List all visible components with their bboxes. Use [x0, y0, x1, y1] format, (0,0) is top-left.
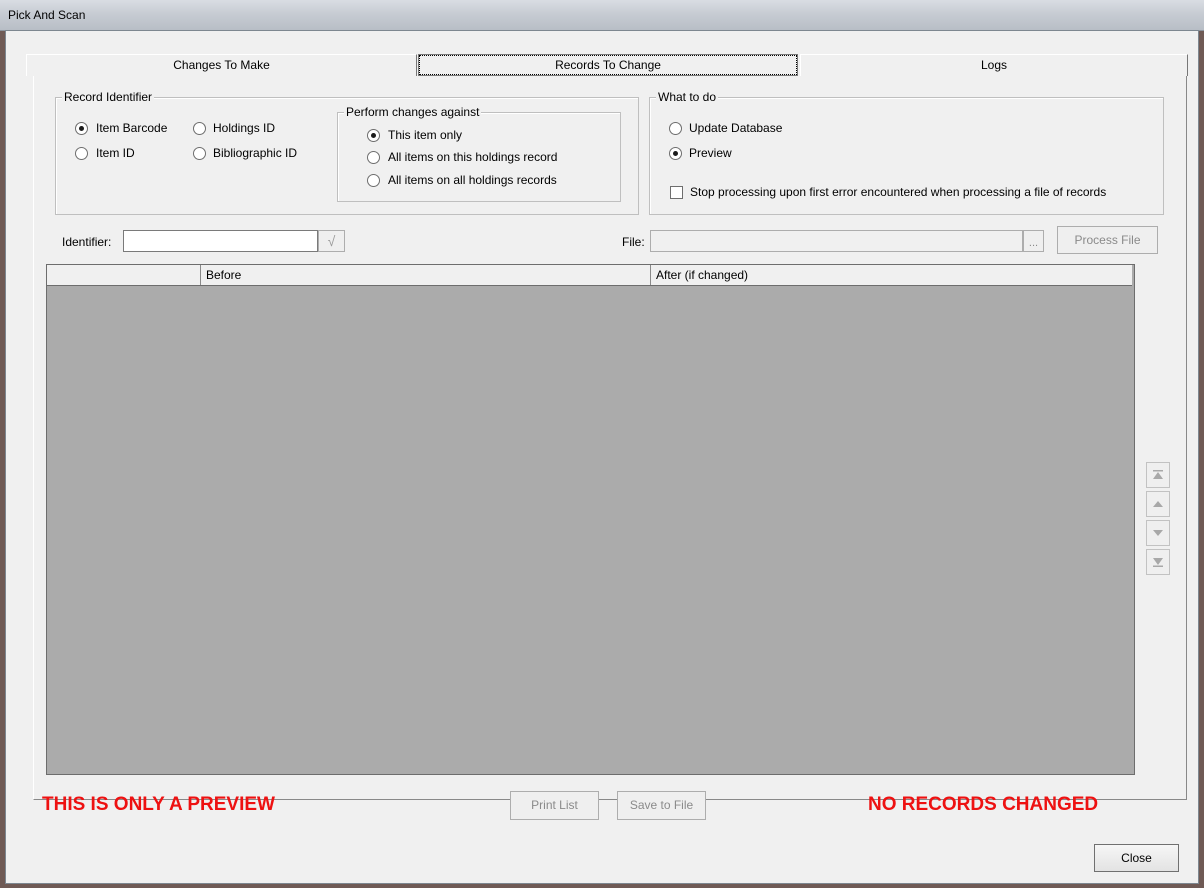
item-id-radio[interactable] — [75, 147, 88, 160]
what-to-do-legend: What to do — [656, 90, 719, 104]
title-bar[interactable]: Pick And Scan — [0, 0, 1204, 31]
tab-label: Logs — [980, 58, 1008, 72]
print-list-button[interactable]: Print List — [510, 791, 599, 820]
item-id-label[interactable]: Item ID — [96, 146, 135, 160]
column-separator[interactable] — [650, 265, 651, 285]
window-title: Pick And Scan — [8, 8, 86, 22]
move-up-button[interactable] — [1146, 491, 1170, 517]
file-label: File: — [622, 235, 645, 249]
process-file-label: Process File — [1074, 233, 1141, 247]
all-items-all-holdings-label[interactable]: All items on all holdings records — [388, 173, 557, 187]
check-icon: √ — [327, 233, 336, 249]
save-to-file-button[interactable]: Save to File — [617, 791, 706, 820]
stop-on-error-label[interactable]: Stop processing upon first error encount… — [690, 185, 1106, 199]
process-file-button[interactable]: Process File — [1057, 226, 1158, 254]
holdings-id-label[interactable]: Holdings ID — [213, 121, 275, 135]
close-button[interactable]: Close — [1094, 844, 1179, 872]
move-first-icon — [1153, 470, 1163, 480]
tab-bar: Changes To Make Records To Change Logs — [26, 54, 1188, 76]
column-separator[interactable] — [200, 265, 201, 285]
save-to-file-label: Save to File — [629, 798, 694, 812]
ellipsis-icon: ... — [1028, 237, 1039, 249]
all-items-all-holdings-radio[interactable] — [367, 174, 380, 187]
grid-column-header-after[interactable]: After (if changed) — [656, 268, 748, 282]
preview-label[interactable]: Preview — [689, 146, 732, 160]
perform-changes-legend: Perform changes against — [344, 105, 482, 119]
preview-radio[interactable] — [669, 147, 682, 160]
all-items-holdings-radio[interactable] — [367, 151, 380, 164]
identifier-go-button[interactable]: √ — [318, 230, 345, 252]
tab-changes-to-make[interactable]: Changes To Make — [26, 54, 417, 76]
this-item-only-label[interactable]: This item only — [388, 128, 462, 142]
results-grid-header: Before After (if changed) — [47, 265, 1132, 286]
bibliographic-id-radio[interactable] — [193, 147, 206, 160]
tab-logs[interactable]: Logs — [800, 54, 1188, 76]
bibliographic-id-label[interactable]: Bibliographic ID — [213, 146, 297, 160]
item-barcode-label[interactable]: Item Barcode — [96, 121, 167, 135]
results-grid[interactable] — [46, 264, 1135, 775]
update-database-label[interactable]: Update Database — [689, 121, 782, 135]
this-item-only-radio[interactable] — [367, 129, 380, 142]
close-label: Close — [1121, 851, 1152, 865]
tab-records-to-change[interactable]: Records To Change — [418, 54, 798, 76]
tab-label: Changes To Make — [173, 58, 270, 72]
file-input[interactable] — [650, 230, 1023, 252]
holdings-id-radio[interactable] — [193, 122, 206, 135]
move-first-button[interactable] — [1146, 462, 1170, 488]
move-down-icon — [1153, 530, 1163, 537]
record-identifier-legend: Record Identifier — [62, 90, 155, 104]
preview-warning-text: THIS IS ONLY A PREVIEW — [42, 794, 275, 815]
move-last-button[interactable] — [1146, 549, 1170, 575]
move-up-icon — [1153, 501, 1163, 508]
item-barcode-radio[interactable] — [75, 122, 88, 135]
identifier-label: Identifier: — [62, 235, 112, 249]
move-last-icon — [1153, 558, 1163, 568]
update-database-radio[interactable] — [669, 122, 682, 135]
move-down-button[interactable] — [1146, 520, 1170, 546]
stop-on-error-checkbox[interactable] — [670, 186, 683, 199]
grid-column-header-before[interactable]: Before — [206, 268, 241, 282]
identifier-input[interactable] — [123, 230, 318, 252]
print-list-label: Print List — [531, 798, 578, 812]
tab-label: Records To Change — [555, 58, 661, 72]
records-changed-status: NO RECORDS CHANGED — [868, 794, 1099, 815]
browse-file-button[interactable]: ... — [1023, 230, 1044, 252]
all-items-holdings-label[interactable]: All items on this holdings record — [388, 150, 557, 164]
